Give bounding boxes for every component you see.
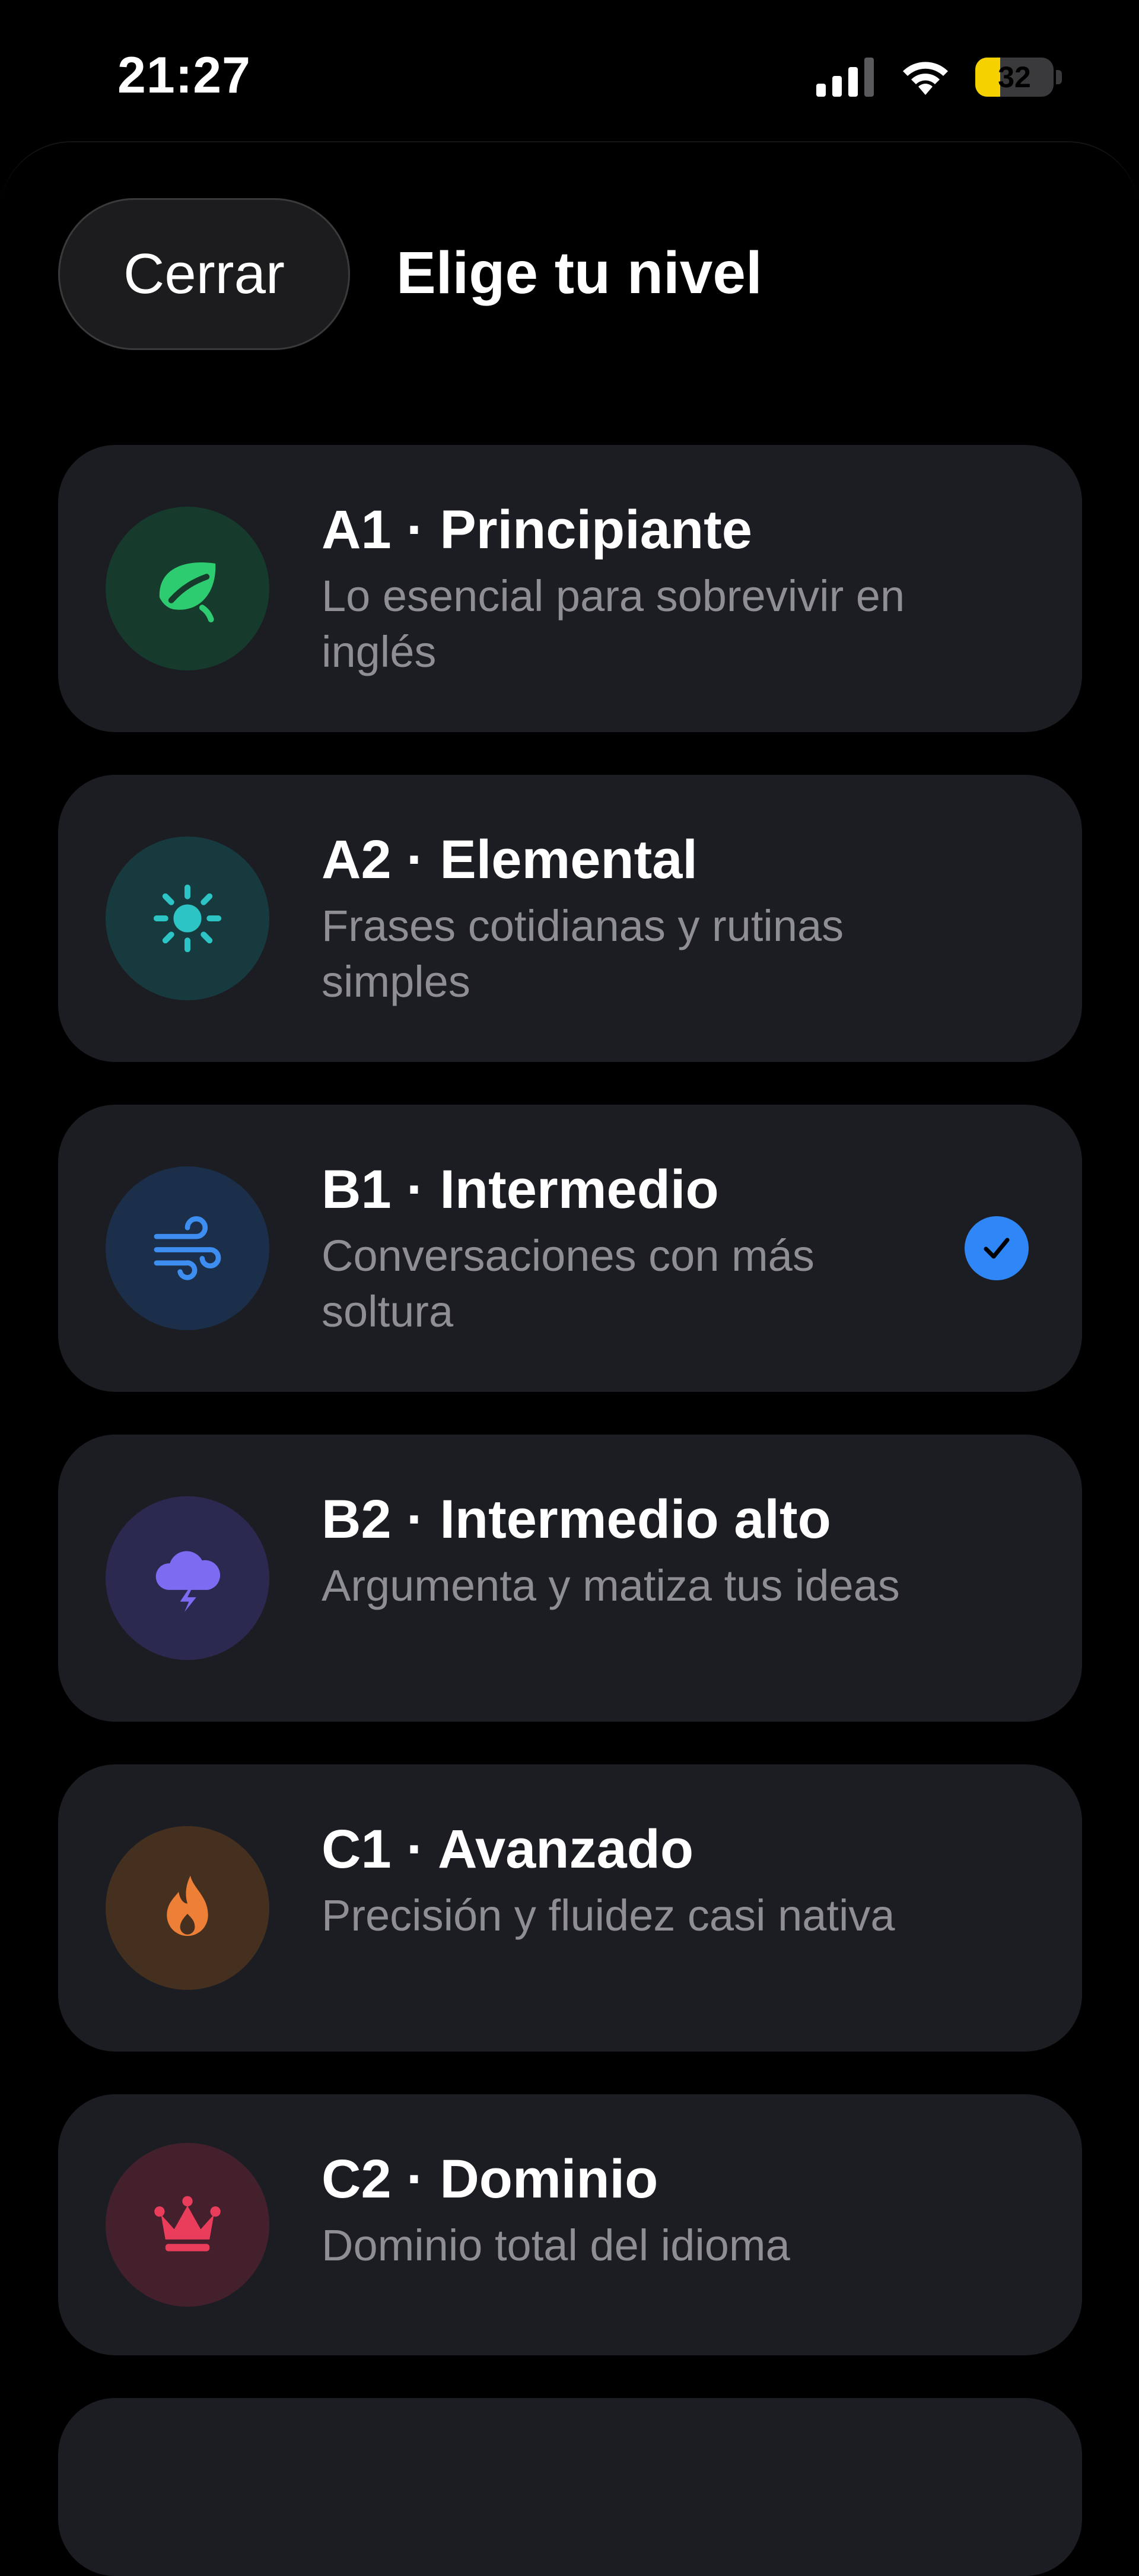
level-list: A1 · Principiante Lo esencial para sobre… (58, 445, 1082, 2576)
battery-tip (1056, 70, 1062, 84)
level-card-b2[interactable]: B2 · Intermedio alto Argumenta y matiza … (58, 1435, 1082, 1722)
battery-indicator: 32 (975, 58, 1054, 97)
leaf-icon (159, 562, 216, 623)
wind-icon (154, 1216, 221, 1280)
level-description: Frases cotidianas y rutinas simples (322, 901, 844, 1006)
wifi-icon (903, 62, 948, 95)
level-description: Conversaciones con más soltura (322, 1231, 815, 1336)
battery-level: 32 (998, 61, 1031, 94)
level-title: A2 · Elemental (322, 829, 698, 890)
level-icon-badge (106, 837, 269, 1000)
status-bar: 21:27 32 (0, 0, 1139, 142)
flame-icon (167, 1875, 208, 1936)
level-card-c2[interactable]: C2 · Dominio Dominio total del idioma (58, 2094, 1082, 2355)
level-icon-badge (106, 1826, 269, 1990)
level-title: C2 · Dominio (322, 2149, 658, 2209)
selected-checkmark-icon (965, 1216, 1029, 1280)
level-title: B2 · Intermedio alto (322, 1489, 831, 1550)
level-description: Dominio total del idioma (322, 2221, 790, 2270)
level-title: C1 · Avanzado (322, 1819, 694, 1879)
level-card-next-partial[interactable] (58, 2398, 1082, 2576)
level-card-b1[interactable]: B1 · Intermedio Conversaciones con más s… (58, 1105, 1082, 1392)
level-description: Argumenta y matiza tus ideas (322, 1561, 900, 1610)
level-description: Precisión y fluidez casi nativa (322, 1891, 895, 1940)
sun-icon (153, 884, 222, 953)
cellular-signal-icon (816, 58, 874, 97)
level-title: A1 · Principiante (322, 500, 752, 560)
level-card-a1[interactable]: A1 · Principiante Lo esencial para sobre… (58, 445, 1082, 732)
status-icons: 32 (816, 53, 1062, 101)
level-icon-badge (106, 507, 269, 670)
level-card-c1[interactable]: C1 · Avanzado Precisión y fluidez casi n… (58, 1764, 1082, 2052)
status-time: 21:27 (117, 47, 251, 104)
level-icon-badge (106, 2143, 269, 2307)
crown-icon (154, 2196, 221, 2251)
page-title: Elige tu nivel (396, 240, 762, 306)
storm-cloud-icon (155, 1551, 221, 1613)
level-card-a2[interactable]: A2 · Elemental Frases cotidianas y rutin… (58, 775, 1082, 1062)
level-icon-badge (106, 1496, 269, 1660)
level-icon-badge (106, 1166, 269, 1330)
level-title: B1 · Intermedio (322, 1159, 719, 1220)
level-description: Lo esencial para sobrevivir en inglés (322, 571, 905, 676)
close-button[interactable]: Cerrar (58, 198, 350, 350)
